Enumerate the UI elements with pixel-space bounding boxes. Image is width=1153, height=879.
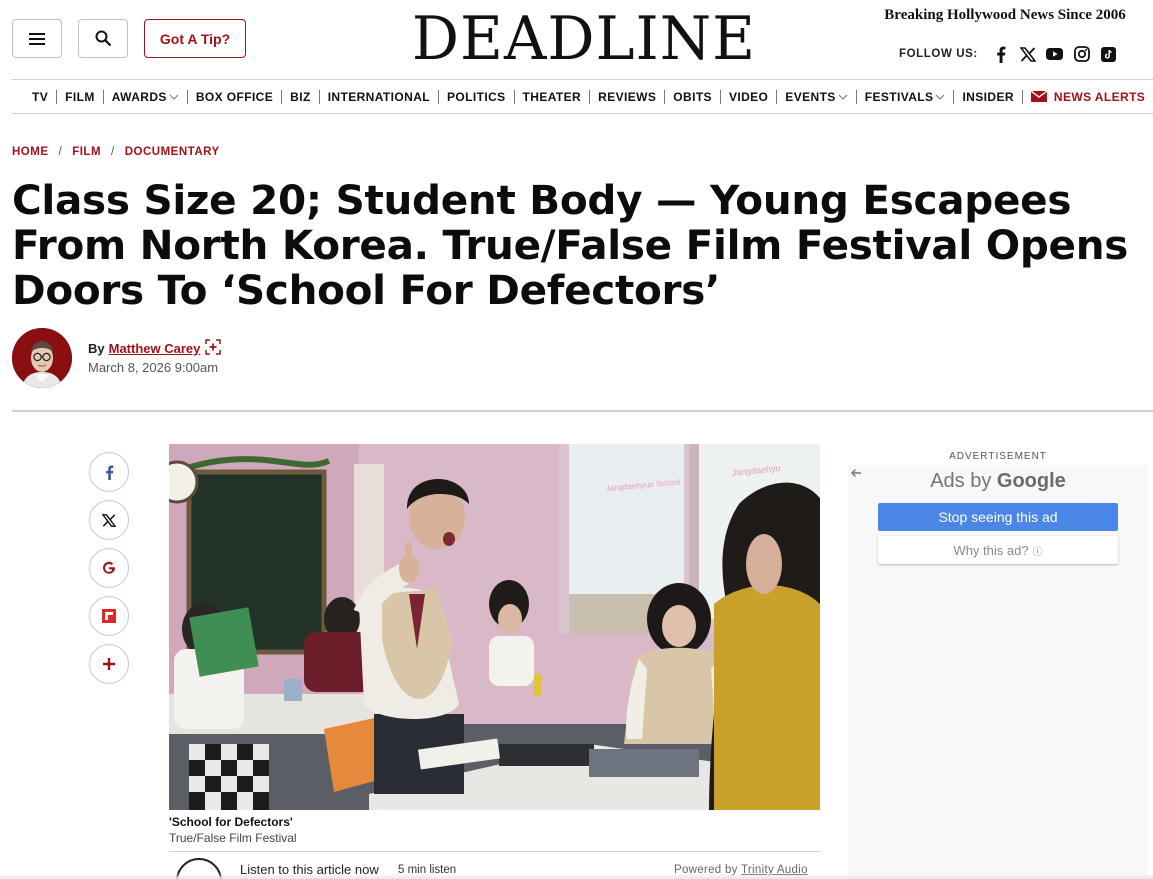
- chevron-down-icon: [169, 94, 179, 100]
- nav-item-insider[interactable]: INSIDER: [954, 89, 1023, 104]
- share-more-button[interactable]: [89, 644, 129, 684]
- nav-item-events[interactable]: EVENTS: [777, 89, 857, 104]
- search-icon: [95, 30, 111, 47]
- breadcrumb-separator: /: [58, 146, 63, 158]
- nav-item-awards[interactable]: AWARDS: [104, 89, 188, 104]
- share-facebook-button[interactable]: [89, 452, 129, 492]
- page-bottom-edge: [0, 873, 1153, 879]
- share-flipboard-button[interactable]: [89, 596, 129, 636]
- ads-by-label: Ads by: [930, 470, 992, 492]
- flipboard-icon: [102, 609, 116, 623]
- follow-us-label: FOLLOW US:: [899, 48, 978, 60]
- author-avatar[interactable]: [12, 328, 72, 388]
- nav-item-reviews[interactable]: REVIEWS: [590, 89, 666, 104]
- google-icon: [103, 561, 115, 574]
- article-photo: Jangdaehyun School Jangdaehyu: [169, 444, 820, 810]
- chevron-down-icon: [936, 94, 945, 100]
- facebook-icon[interactable]: [992, 45, 1010, 63]
- breadcrumb-home[interactable]: HOME: [12, 146, 49, 158]
- author-link[interactable]: Matthew Carey: [109, 341, 201, 356]
- instagram-icon[interactable]: [1073, 45, 1091, 63]
- ads-by-google: Ads by Google: [848, 470, 1148, 493]
- site-logo[interactable]: DEADLINE: [394, 6, 774, 72]
- audio-player-divider: [169, 851, 820, 852]
- news-alerts-link[interactable]: NEWS ALERTS: [1023, 90, 1145, 104]
- byline-divider: [12, 410, 1153, 412]
- nav-item-tv[interactable]: TV: [32, 89, 58, 104]
- why-this-ad-button[interactable]: Why this ad? ⓘ: [878, 536, 1118, 564]
- breadcrumb-separator: /: [111, 146, 115, 158]
- advertisement-label: ADVERTISEMENT: [949, 451, 1047, 462]
- photo-caption-credit: True/False Film Festival: [169, 831, 297, 845]
- breadcrumb-film[interactable]: FILM: [72, 146, 101, 158]
- plus-icon: [103, 658, 115, 670]
- breadcrumb: HOME / FILM / DOCUMENTARY: [12, 146, 220, 158]
- mail-icon: [1030, 91, 1047, 102]
- why-this-ad-label: Why this ad?: [953, 542, 1029, 558]
- byline: By Matthew Carey: [88, 339, 222, 358]
- byline-prefix: By: [88, 341, 105, 356]
- nav-item-obits[interactable]: OBITS: [665, 89, 721, 104]
- search-button[interactable]: [78, 19, 128, 58]
- nav-item-international[interactable]: INTERNATIONAL: [320, 89, 439, 104]
- article-headline: Class Size 20; Student Body — Young Esca…: [12, 176, 1129, 314]
- chevron-down-icon: [838, 94, 848, 100]
- follow-author-icon[interactable]: [205, 339, 222, 358]
- stop-seeing-ad-button[interactable]: Stop seeing this ad: [878, 503, 1118, 531]
- info-icon: ⓘ: [1032, 546, 1043, 558]
- main-nav: TV FILM AWARDS BOX OFFICE BIZ INTERNATIO…: [12, 79, 1153, 114]
- share-google-button[interactable]: [89, 548, 129, 588]
- nav-item-theater[interactable]: THEATER: [515, 89, 591, 104]
- google-wordmark: Google: [996, 470, 1066, 492]
- breadcrumb-documentary[interactable]: DOCUMENTARY: [125, 146, 220, 158]
- site-tagline: Breaking Hollywood News Since 2006: [884, 7, 1126, 23]
- hamburger-icon: [29, 32, 45, 45]
- nav-item-film[interactable]: FILM: [57, 89, 104, 104]
- nav-item-box-office[interactable]: BOX OFFICE: [188, 89, 283, 104]
- nav-item-biz[interactable]: BIZ: [282, 89, 320, 104]
- youtube-icon[interactable]: [1046, 45, 1064, 63]
- nav-item-festivals[interactable]: FESTIVALS: [857, 89, 955, 104]
- nav-item-politics[interactable]: POLITICS: [439, 89, 515, 104]
- menu-button[interactable]: [12, 19, 62, 58]
- x-icon[interactable]: [1019, 45, 1037, 63]
- tiktok-icon[interactable]: [1100, 45, 1118, 63]
- x-icon: [102, 513, 116, 527]
- nav-item-video[interactable]: VIDEO: [721, 89, 778, 104]
- got-a-tip-button[interactable]: Got A Tip?: [144, 19, 246, 58]
- follow-us-bar: FOLLOW US:: [899, 45, 1127, 63]
- photo-caption-title: 'School for Defectors': [169, 815, 293, 829]
- publish-date: March 8, 2026 9:00am: [88, 360, 219, 375]
- share-x-button[interactable]: [89, 500, 129, 540]
- facebook-icon: [105, 465, 113, 480]
